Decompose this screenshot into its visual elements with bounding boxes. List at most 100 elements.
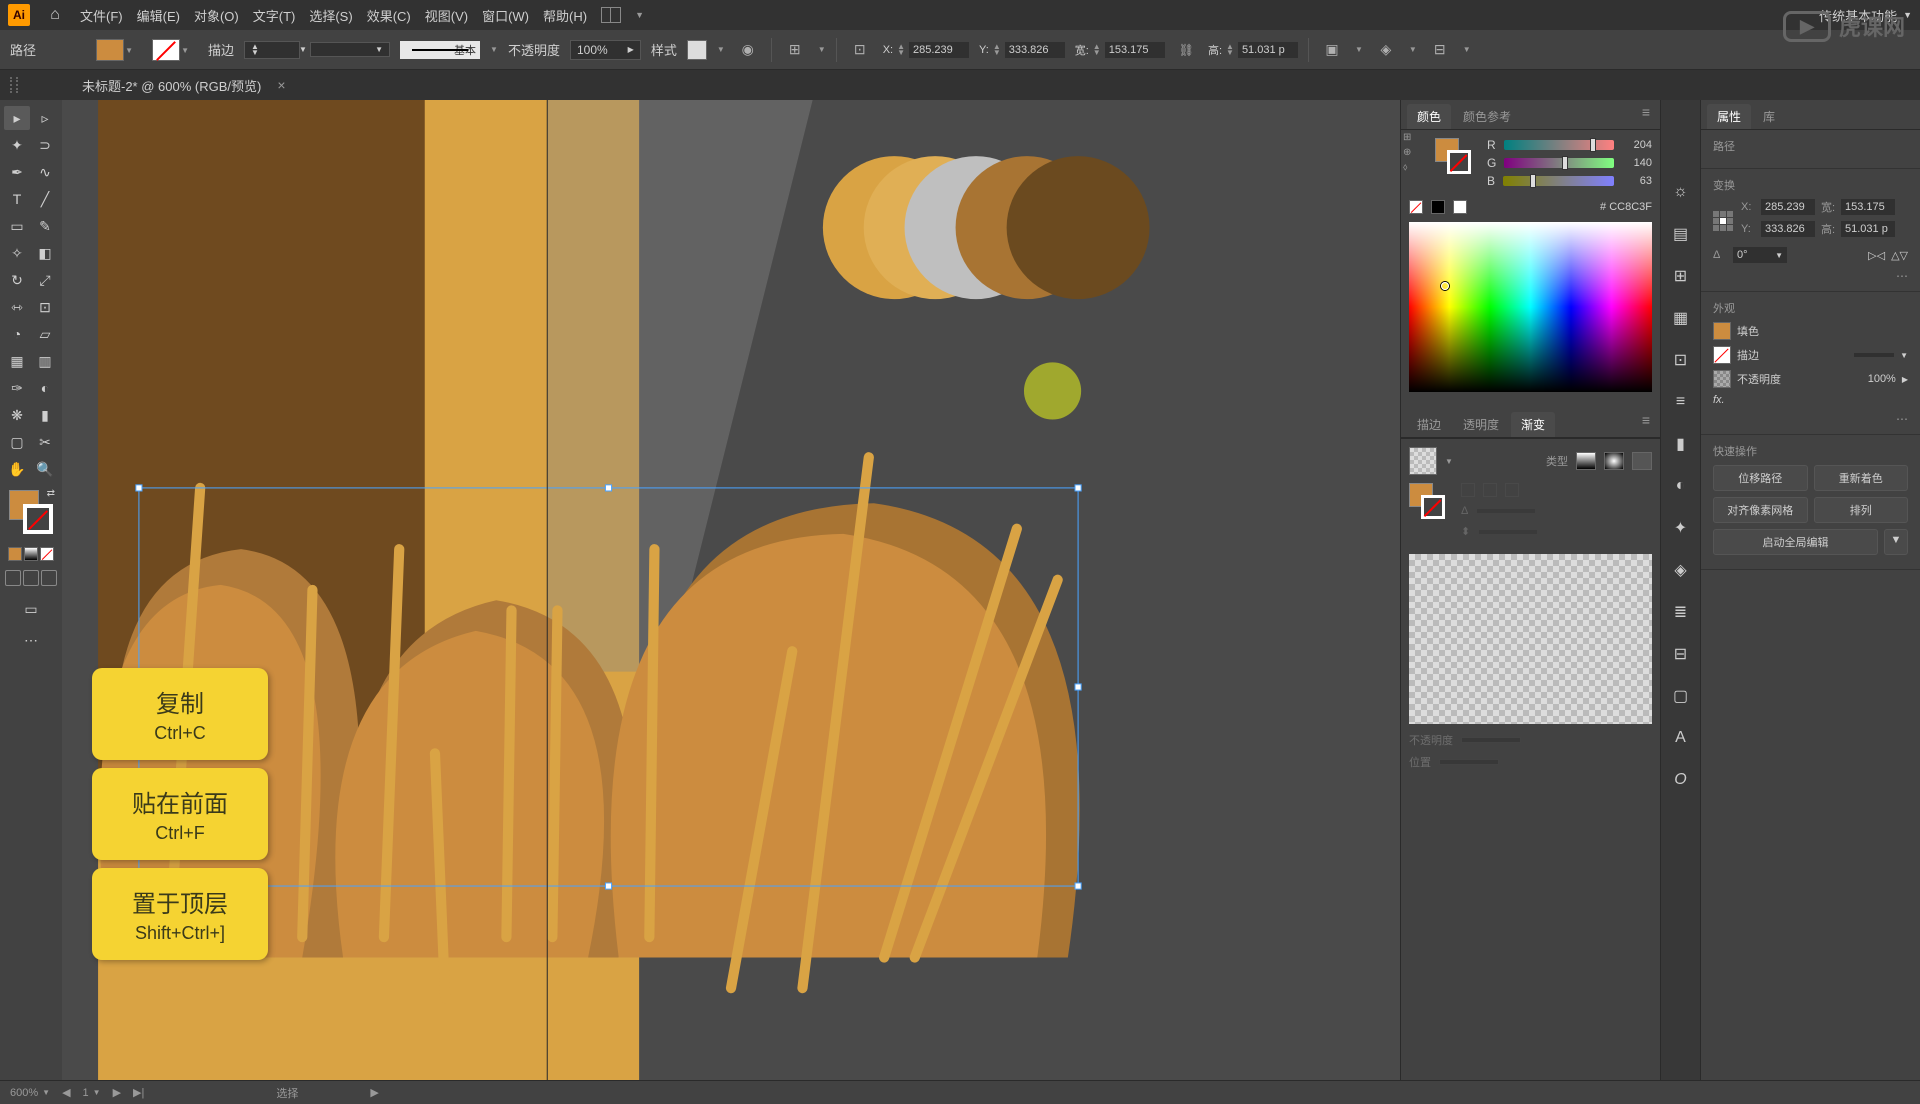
menu-select[interactable]: 选择(S) xyxy=(309,6,352,25)
pen-tool[interactable]: ✒ xyxy=(4,160,30,184)
dock-asset-icon[interactable]: ⊟ xyxy=(1669,642,1693,666)
props-opacity[interactable]: 100% xyxy=(1868,373,1896,385)
isolate-icon[interactable]: ◈ xyxy=(1373,37,1399,63)
stroke-swatch[interactable]: ▼ xyxy=(152,39,180,61)
paintbrush-tool[interactable]: ✎ xyxy=(32,214,58,238)
rotate-tool[interactable]: ↻ xyxy=(4,268,30,292)
recolor-icon[interactable]: ◉ xyxy=(735,37,761,63)
dock-graphic-styles-icon[interactable]: ◈ xyxy=(1669,558,1693,582)
color-spectrum[interactable] xyxy=(1409,222,1652,392)
tab-gradient[interactable]: 渐变 xyxy=(1511,412,1555,437)
b-slider[interactable] xyxy=(1503,176,1614,186)
width-tool[interactable]: ⇿ xyxy=(4,295,30,319)
hex-value[interactable]: CC8C3F xyxy=(1609,201,1652,213)
type-tool[interactable]: T xyxy=(4,187,30,211)
select-similar-icon[interactable]: ⊟ xyxy=(1427,37,1453,63)
document-tab[interactable]: 未标题-2* @ 600% (RGB/预览) xyxy=(74,72,269,99)
lasso-tool[interactable]: ⊃ xyxy=(32,133,58,157)
appearance-opacity-swatch[interactable] xyxy=(1713,370,1731,388)
screen-mode-icon[interactable]: ▭ xyxy=(18,597,44,621)
dock-brushes-icon[interactable]: ▦ xyxy=(1669,306,1693,330)
artboard-tool[interactable]: ▢ xyxy=(4,430,30,454)
props-h[interactable] xyxy=(1841,221,1895,237)
web-icon[interactable]: ⊕ xyxy=(1403,147,1411,158)
hand-tool[interactable]: ✋ xyxy=(4,457,30,481)
dock-stroke-icon[interactable]: ≡ xyxy=(1669,390,1693,414)
transform-icon[interactable]: ⊡ xyxy=(847,37,873,63)
grad-position-input[interactable] xyxy=(1439,759,1499,765)
props-w[interactable] xyxy=(1841,199,1895,215)
magic-wand-tool[interactable]: ✦ xyxy=(4,133,30,157)
btn-align-pixel[interactable]: 对齐像素网格 xyxy=(1713,497,1808,523)
shaper-tool[interactable]: ✧ xyxy=(4,241,30,265)
gradient-ramp[interactable] xyxy=(1409,554,1652,724)
zoom-level[interactable]: 600%▼ xyxy=(10,1087,50,1099)
flip-h-icon[interactable]: ▷◁ xyxy=(1868,249,1885,262)
dock-swatches-icon[interactable]: ⊞ xyxy=(1669,264,1693,288)
h-input[interactable] xyxy=(1238,42,1298,58)
selection-tool[interactable]: ▸ xyxy=(4,106,30,130)
linear-grad-icon[interactable] xyxy=(1576,452,1596,470)
r-value[interactable]: 204 xyxy=(1622,139,1652,151)
btn-arrange[interactable]: 排列 xyxy=(1814,497,1909,523)
align-icon[interactable]: ⊞ xyxy=(782,37,808,63)
y-input[interactable] xyxy=(1005,42,1065,58)
dock-appearance-icon[interactable]: ✦ xyxy=(1669,516,1693,540)
edit-toolbar-icon[interactable]: ⋯ xyxy=(18,628,44,652)
artboard-nav[interactable]: 1▼ xyxy=(83,1087,101,1099)
graph-tool[interactable]: ▮ xyxy=(32,403,58,427)
flip-v-icon[interactable]: △▽ xyxy=(1891,249,1908,262)
opacity-value[interactable]: 100%▶ xyxy=(570,40,641,60)
grab-icon[interactable]: ⊞ xyxy=(1403,132,1411,143)
menu-view[interactable]: 视图(V) xyxy=(425,6,468,25)
eyedropper-tool[interactable]: ✑ xyxy=(4,376,30,400)
menu-effect[interactable]: 效果(C) xyxy=(367,6,411,25)
tab-color-guide[interactable]: 颜色参考 xyxy=(1453,104,1521,129)
appearance-fill-swatch[interactable] xyxy=(1713,322,1731,340)
shape-builder-tool[interactable]: ◔ xyxy=(4,322,30,346)
fill-stroke-indicator[interactable]: ⇄ xyxy=(9,490,53,534)
panel-menu-icon-2[interactable]: ≡ xyxy=(1642,412,1654,437)
arrange-docs-icon[interactable] xyxy=(601,7,621,23)
props-angle[interactable]: 0°▼ xyxy=(1733,247,1787,263)
free-transform-tool[interactable]: ⊡ xyxy=(32,295,58,319)
home-icon[interactable]: ⌂ xyxy=(44,4,66,26)
blend-tool[interactable]: ◐ xyxy=(32,376,58,400)
props-y[interactable] xyxy=(1761,221,1815,237)
dock-type-icon[interactable]: A xyxy=(1669,726,1693,750)
draw-modes[interactable] xyxy=(2,570,60,586)
scale-tool[interactable]: ⤢ xyxy=(32,268,58,292)
eraser-tool[interactable]: ◧ xyxy=(32,241,58,265)
g-slider[interactable] xyxy=(1504,158,1614,168)
menu-help[interactable]: 帮助(H) xyxy=(543,6,587,25)
appearance-stroke-swatch[interactable] xyxy=(1713,346,1731,364)
mesh-tool[interactable]: ▦ xyxy=(4,349,30,373)
btn-offset-path[interactable]: 位移路径 xyxy=(1713,465,1808,491)
dock-brightness-icon[interactable]: ☼ xyxy=(1669,180,1693,204)
shape-icon[interactable]: ▣ xyxy=(1319,37,1345,63)
menu-file[interactable]: 文件(F) xyxy=(80,6,123,25)
g-value[interactable]: 140 xyxy=(1622,157,1652,169)
warn-icon[interactable]: ⬨ xyxy=(1403,162,1411,173)
btn-global-edit[interactable]: 启动全局编辑 xyxy=(1713,529,1878,555)
curvature-tool[interactable]: ∿ xyxy=(32,160,58,184)
stroke-weight[interactable]: ▲▼▼ xyxy=(244,41,300,59)
x-input[interactable] xyxy=(909,42,969,58)
tab-stroke[interactable]: 描边 xyxy=(1407,412,1451,437)
btn-global-edit-dd[interactable]: ▼ xyxy=(1884,529,1908,555)
menu-window[interactable]: 窗口(W) xyxy=(482,6,529,25)
black-swatch[interactable] xyxy=(1431,200,1445,214)
dock-gradient-icon[interactable]: ▮ xyxy=(1669,432,1693,456)
var-width-profile[interactable]: ▼ xyxy=(310,42,390,57)
rectangle-tool[interactable]: ▭ xyxy=(4,214,30,238)
link-wh-icon[interactable]: ⛓ xyxy=(1175,43,1198,57)
grad-opacity-input[interactable] xyxy=(1461,737,1521,743)
canvas[interactable]: 复制Ctrl+C 贴在前面Ctrl+F 置于顶层Shift+Ctrl+] xyxy=(62,100,1400,1080)
gradient-tool[interactable]: ▥ xyxy=(32,349,58,373)
btn-recolor[interactable]: 重新着色 xyxy=(1814,465,1909,491)
fill-swatch[interactable]: ▼ xyxy=(96,39,124,61)
gradient-preview-swatch[interactable] xyxy=(1409,447,1437,475)
perspective-tool[interactable]: ▱ xyxy=(32,322,58,346)
dock-artboards-icon[interactable]: ▢ xyxy=(1669,684,1693,708)
dock-layers2-icon[interactable]: ≣ xyxy=(1669,600,1693,624)
